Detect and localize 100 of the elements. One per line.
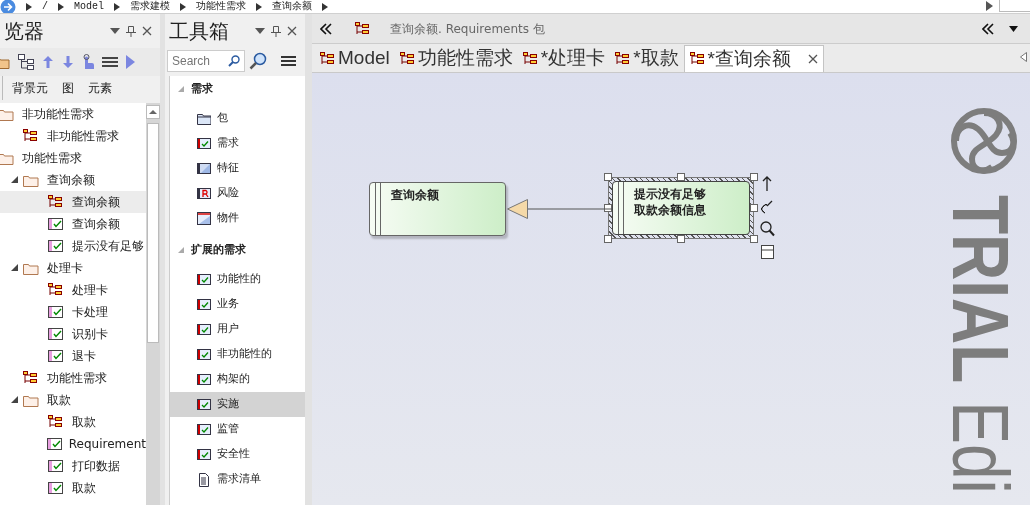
resize-handle[interactable]: [677, 235, 685, 243]
diagram-tab[interactable]: 功能性需求: [394, 45, 518, 72]
diagram-tab[interactable]: *查询余额: [683, 45, 824, 72]
breadcrumb-item[interactable]: 查询余额: [272, 1, 313, 13]
toolbox-item[interactable]: 用户: [170, 317, 305, 342]
tree-item[interactable]: 打印数据: [0, 455, 146, 477]
scrollbar[interactable]: [146, 103, 160, 505]
down-arrow-icon[interactable]: [62, 55, 74, 69]
resize-handle[interactable]: [677, 173, 685, 181]
toolbox-group[interactable]: 需求: [170, 77, 305, 102]
breadcrumb-item[interactable]: Model: [74, 1, 105, 13]
tree-item[interactable]: 卡处理: [0, 301, 146, 323]
toolbox-group[interactable]: 扩展的需求: [170, 238, 305, 263]
toolbox-item[interactable]: 业务: [170, 292, 305, 317]
tree-item[interactable]: 处理卡: [0, 279, 146, 301]
diagram-icon: [48, 415, 63, 429]
tree-item[interactable]: 取款: [0, 411, 146, 433]
toolbox-item[interactable]: 实施: [170, 392, 305, 417]
close-icon[interactable]: [807, 54, 818, 64]
tree-item[interactable]: 查询余额: [0, 213, 146, 235]
resize-handle[interactable]: [750, 173, 758, 181]
tree-item[interactable]: 功能性需求: [0, 367, 146, 389]
close-icon[interactable]: [142, 26, 152, 36]
requirement-node[interactable]: 提示没有足够 取款余额信息: [612, 181, 750, 235]
toolbox-item[interactable]: 安全性: [170, 442, 305, 467]
back-arrow-icon[interactable]: [0, 0, 16, 13]
toolbox-item[interactable]: 功能性的: [170, 267, 305, 292]
requirement-icon: [48, 218, 63, 230]
chevron-icon: [256, 3, 263, 11]
scroll-thumb[interactable]: [147, 123, 159, 343]
collapse-left-icon[interactable]: [982, 22, 994, 35]
expand-icon[interactable]: [11, 264, 19, 272]
requirement-icon: [48, 350, 63, 362]
tree-item[interactable]: 退卡: [0, 345, 146, 367]
dropdown-icon[interactable]: [110, 28, 120, 34]
resize-handle[interactable]: [604, 235, 612, 243]
panel-title: 览器: [4, 18, 45, 45]
tree-item[interactable]: 识别卡: [0, 323, 146, 345]
expand-icon[interactable]: [11, 396, 19, 404]
close-icon[interactable]: [287, 26, 297, 36]
brush-icon[interactable]: [760, 198, 775, 215]
diagram-icon: [320, 51, 335, 66]
resize-handle[interactable]: [750, 204, 758, 212]
dropdown-icon[interactable]: [1009, 25, 1018, 32]
zoom-icon[interactable]: [760, 221, 775, 238]
chevron-icon: [58, 3, 64, 11]
panel-icon[interactable]: [760, 244, 775, 261]
breadcrumb-item[interactable]: 功能性需求: [196, 1, 247, 13]
collapse-left-icon[interactable]: [320, 22, 332, 35]
requirement-node[interactable]: 查询余额: [369, 182, 506, 236]
tab[interactable]: 图: [61, 79, 75, 97]
tree-item[interactable]: 取款: [0, 389, 146, 411]
tree-item[interactable]: 提示没有足够: [0, 235, 146, 257]
tree-item[interactable]: 功能性需求: [0, 147, 146, 169]
tree-item[interactable]: 非功能性需求: [0, 103, 146, 125]
tree-item[interactable]: 非功能性需求: [0, 125, 146, 147]
diagram-tab[interactable]: *取款: [610, 45, 684, 72]
menu-icon[interactable]: [102, 56, 118, 68]
play-icon[interactable]: [126, 55, 135, 69]
resize-handle[interactable]: [604, 204, 612, 212]
diagram-tab[interactable]: Model: [315, 45, 395, 72]
pin-icon[interactable]: [271, 25, 281, 37]
toolbox-item[interactable]: 包: [170, 106, 305, 131]
breadcrumb-item[interactable]: /: [42, 1, 48, 13]
tree-item[interactable]: 取款: [0, 477, 146, 499]
scroll-up-icon[interactable]: [146, 105, 160, 119]
tree-icon[interactable]: [18, 54, 34, 70]
toolbox-item[interactable]: 非功能性的: [170, 342, 305, 367]
search-field[interactable]: Search: [167, 50, 245, 72]
tree-item[interactable]: 查询余额: [0, 191, 146, 213]
path-field[interactable]: [999, 0, 1030, 12]
toolbox-item[interactable]: 物件: [170, 206, 305, 231]
document-icon: [197, 472, 211, 487]
toolbox-item[interactable]: 风险: [170, 181, 305, 206]
requirement-icon: [197, 322, 211, 337]
resize-handle[interactable]: [750, 235, 758, 243]
toolbox-item[interactable]: 构架的: [170, 367, 305, 392]
expand-icon[interactable]: [11, 176, 19, 184]
search-icon[interactable]: [249, 52, 267, 70]
pin-icon[interactable]: [126, 25, 136, 37]
hand-icon[interactable]: [82, 54, 94, 70]
requirement-icon: [197, 347, 211, 362]
tree-item[interactable]: 查询余额: [0, 169, 146, 191]
toolbox-item[interactable]: 需求清单: [170, 467, 305, 492]
breadcrumb-item[interactable]: 需求建模: [130, 1, 171, 13]
requirement-icon: [48, 482, 63, 494]
resize-handle[interactable]: [604, 173, 612, 181]
scroll-left-icon[interactable]: [1020, 52, 1027, 62]
tree-item[interactable]: 处理卡: [0, 257, 146, 279]
tab[interactable]: 背景元: [11, 79, 49, 97]
toolbox-item[interactable]: 需求: [170, 131, 305, 156]
package-icon: [197, 111, 211, 126]
toolbox-item[interactable]: 特征: [170, 156, 305, 181]
dropdown-icon[interactable]: [255, 28, 265, 34]
tab[interactable]: 元素: [87, 79, 113, 97]
tree-item[interactable]: Requirement: [0, 433, 146, 455]
chevron-icon[interactable]: [986, 1, 993, 11]
diagram-tab[interactable]: *处理卡: [517, 45, 611, 72]
menu-icon[interactable]: [281, 55, 296, 67]
toolbox-item[interactable]: 监管: [170, 417, 305, 442]
